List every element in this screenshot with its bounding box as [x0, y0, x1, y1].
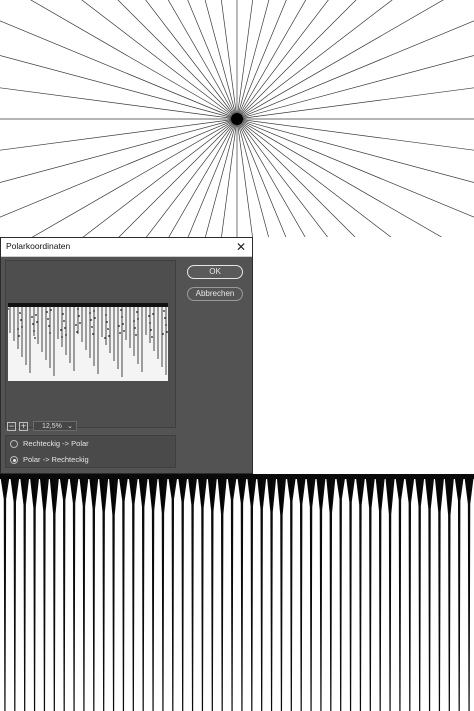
preview-image: [8, 303, 168, 381]
zoom-level-select[interactable]: 12,5% ⌄: [33, 421, 77, 431]
zoom-in-button[interactable]: +: [19, 422, 28, 431]
dialog-title: Polarkoordinaten: [6, 241, 71, 251]
option-label: Polar -> Rechteckig: [23, 455, 89, 464]
option-label: Rechteckig -> Polar: [23, 439, 89, 448]
preview-area: [5, 260, 176, 428]
close-icon[interactable]: ✕: [233, 238, 249, 256]
ok-button[interactable]: OK: [187, 265, 243, 279]
cancel-button[interactable]: Abbrechen: [187, 287, 243, 301]
radial-lines-artwork: [0, 0, 474, 237]
vertical-stripes-artwork: [0, 474, 474, 711]
zoom-out-button[interactable]: −: [7, 422, 16, 431]
dialog-titlebar: Polarkoordinaten ✕: [1, 238, 252, 257]
polar-coordinates-dialog: Polarkoordinaten ✕ − + 12,5% ⌄ Rechtecki…: [0, 237, 253, 474]
conversion-options: Rechteckig -> Polar Polar -> Rechteckig: [5, 435, 176, 468]
radio-polar-to-rect[interactable]: [10, 456, 18, 464]
radio-rect-to-polar[interactable]: [10, 440, 18, 448]
zoom-level-value: 12,5%: [42, 423, 62, 430]
chevron-down-icon: ⌄: [67, 423, 73, 430]
